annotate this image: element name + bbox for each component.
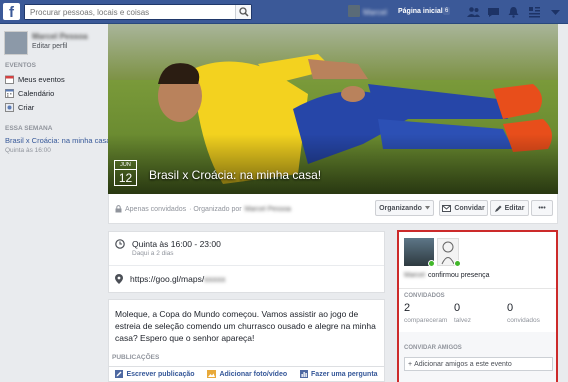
more-options-icon: ••• [538, 204, 546, 212]
events-section-header: EVENTOS [5, 62, 36, 69]
profile-name-link[interactable]: Marcel Pessoa [32, 32, 88, 41]
event-time-relative: Daqui a 2 dias [132, 250, 174, 257]
organizing-label: Organizando [379, 204, 422, 212]
facebook-logo[interactable]: f [3, 3, 20, 21]
add-photo-button[interactable]: Adicionar foto/vídeo [207, 370, 287, 378]
details-divider [109, 265, 384, 266]
event-title: Brasil x Croácia: na minha casa! [149, 168, 322, 182]
ask-question-label: Fazer uma pergunta [311, 370, 378, 378]
event-time-row: Quinta às 16:00 - 23:00 Daqui a 2 dias [115, 239, 221, 257]
envelope-icon [442, 204, 452, 212]
widget-divider [399, 288, 556, 289]
add-photo-label: Adicionar foto/vídeo [219, 370, 288, 378]
stat-invited[interactable]: 0 convidados [507, 302, 540, 324]
stat-going[interactable]: 2 compareceram [404, 302, 447, 324]
create-icon [5, 102, 14, 112]
stat-label: compareceram [404, 317, 448, 324]
write-post-label: Escrever publicação [126, 370, 195, 378]
confirmed-attendance-line: Marcel confirmou presença [404, 272, 490, 279]
plus-icon: + [408, 360, 413, 368]
map-url-hidden: xxxxx [204, 274, 226, 284]
cover-gradient [108, 134, 558, 194]
organizer-link[interactable]: Marcel Pessoa [245, 206, 291, 213]
invite-label: Convidar [454, 204, 485, 212]
calendar-icon [5, 75, 14, 84]
post-composer: Escrever publicação Adicionar foto/vídeo… [108, 366, 385, 382]
map-url: https://goo.gl/maps/ [130, 274, 205, 284]
going-check-icon [428, 260, 435, 267]
clock-icon [115, 239, 125, 249]
this-week-event-time: Quinta às 16:00 [5, 147, 51, 154]
sidebar-item-label: Calendário [18, 88, 55, 98]
privacy-label: Apenas convidados [125, 205, 187, 213]
confirmed-text: confirmou presença [428, 272, 490, 279]
home-link[interactable]: Página inicial [398, 8, 443, 15]
invite-friends-placeholder: Adicionar amigos a este evento [414, 360, 512, 368]
search-icon [239, 7, 249, 17]
stat-value: 2 [404, 302, 411, 314]
question-icon [300, 370, 309, 378]
invite-button[interactable]: Convidar [439, 200, 488, 216]
photo-icon [207, 370, 217, 378]
sidebar-item-my-events[interactable]: Meus eventos [5, 73, 65, 85]
write-post-button[interactable]: Escrever publicação [115, 370, 195, 378]
event-time[interactable]: Quinta às 16:00 - 23:00 [132, 239, 221, 249]
user-avatar[interactable] [348, 5, 360, 17]
event-date-day: 12 [118, 171, 133, 185]
pencil-icon [494, 205, 502, 212]
publications-header: PUBLICAÇÕES [112, 354, 160, 361]
guests-widget: Marcel confirmou presença CONVIDADOS 2 co… [397, 230, 558, 382]
edit-profile-link[interactable]: Editar perfil [32, 43, 67, 50]
going-check-icon [454, 260, 461, 267]
organized-by-label: · Organizado por [189, 205, 242, 213]
top-nav-bar: f Marcel Página inicial 6 [0, 0, 568, 24]
organizing-button[interactable]: Organizando [375, 200, 434, 216]
event-description: Moleque, a Copa do Mundo começou. Vamos … [115, 309, 376, 343]
this-week-event-link[interactable]: Brasil x Croácia: na minha casa! [5, 136, 108, 145]
sidebar-item-label: Criar [18, 102, 35, 112]
stat-label: convidados [507, 317, 540, 324]
stat-maybe[interactable]: 0 talvez [454, 302, 471, 324]
search-input[interactable] [25, 5, 230, 19]
stat-label: talvez [454, 317, 471, 324]
edit-label: Editar [504, 204, 525, 212]
this-week-section-header: ESSA SEMANA [5, 125, 53, 132]
event-location-row: https://goo.gl/maps/xxxxx [115, 274, 225, 284]
map-pin-icon [115, 274, 123, 284]
sidebar-item-calendar[interactable]: Calendário [5, 87, 54, 99]
event-privacy-info: Apenas convidados · Organizado por Marce… [115, 205, 291, 213]
calendar-grid-icon [5, 88, 14, 98]
confirmed-guest-name[interactable]: Marcel [404, 272, 425, 279]
left-sidebar: Marcel Pessoa Editar perfil EVENTOS Meus… [0, 24, 108, 382]
more-options-button[interactable]: ••• [531, 200, 553, 216]
stat-value: 0 [507, 302, 514, 314]
event-date-month: JUN [115, 161, 136, 170]
friend-requests-icon[interactable] [467, 6, 480, 18]
map-link[interactable]: https://goo.gl/maps/xxxxx [130, 274, 225, 284]
user-name-link[interactable]: Marcel [363, 8, 387, 17]
home-count-badge: 6 [443, 7, 451, 15]
event-date-badge: JUN 12 [114, 160, 137, 186]
search-box [24, 4, 252, 20]
invite-friends-header: CONVIDAR AMIGOS [404, 345, 462, 351]
settings-icon[interactable] [549, 6, 562, 18]
chevron-down-icon [424, 206, 430, 210]
sidebar-item-create[interactable]: Criar [5, 101, 34, 113]
privacy-icon[interactable] [528, 6, 541, 18]
stat-value: 0 [454, 302, 461, 314]
invite-friends-input[interactable]: + Adicionar amigos a este evento [404, 357, 553, 371]
notifications-icon[interactable] [507, 6, 520, 18]
event-action-bar: Apenas convidados · Organizado por Marce… [108, 194, 558, 224]
event-cover-photo[interactable]: JUN 12 Brasil x Croácia: na minha casa! [108, 24, 558, 194]
invited-header: CONVIDADOS [404, 293, 445, 299]
lock-icon [115, 205, 122, 213]
search-button[interactable] [235, 5, 251, 19]
sidebar-item-label: Meus eventos [18, 74, 65, 84]
edit-button[interactable]: Editar [490, 200, 529, 216]
profile-avatar[interactable] [4, 31, 28, 55]
pencil-icon [115, 370, 124, 378]
messages-icon[interactable] [487, 6, 500, 18]
ask-question-button[interactable]: Fazer uma pergunta [300, 370, 378, 378]
event-details-card: Quinta às 16:00 - 23:00 Daqui a 2 dias h… [108, 231, 385, 293]
